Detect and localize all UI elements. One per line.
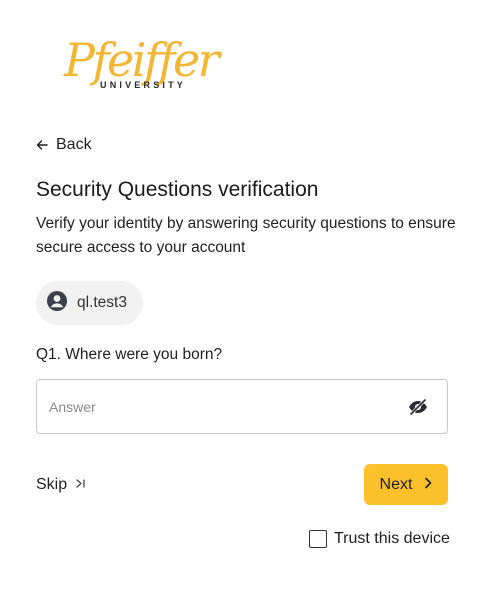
skip-label: Skip: [36, 476, 68, 493]
answer-input[interactable]: [49, 380, 399, 433]
username: ql.test3: [77, 294, 127, 311]
answer-field: [36, 379, 448, 434]
question-label: Q1. Where were you born?: [36, 346, 223, 363]
next-button[interactable]: Next: [364, 464, 448, 505]
trust-device-checkbox[interactable]: [309, 530, 327, 548]
arrow-left-icon: [36, 139, 48, 151]
logo-subtitle: UNIVERSITY: [100, 80, 187, 90]
logo-wordmark: Pfeiffer: [64, 33, 220, 87]
chevron-right-icon: [424, 476, 432, 494]
trust-device-option[interactable]: Trust this device: [309, 530, 450, 548]
user-chip: ql.test3: [36, 281, 143, 325]
back-link[interactable]: Back: [36, 136, 92, 154]
page-title: Security Questions verification: [36, 178, 319, 201]
skip-icon: [75, 476, 86, 494]
skip-button[interactable]: Skip: [36, 476, 86, 494]
university-logo: Pfeiffer UNIVERSITY: [64, 33, 220, 96]
trust-device-label: Trust this device: [334, 530, 450, 547]
page-description: Verify your identity by answering securi…: [36, 215, 456, 256]
back-label: Back: [56, 136, 92, 153]
next-label: Next: [379, 475, 413, 493]
eye-slash-icon[interactable]: [407, 397, 429, 417]
user-circle-icon: [46, 290, 68, 317]
